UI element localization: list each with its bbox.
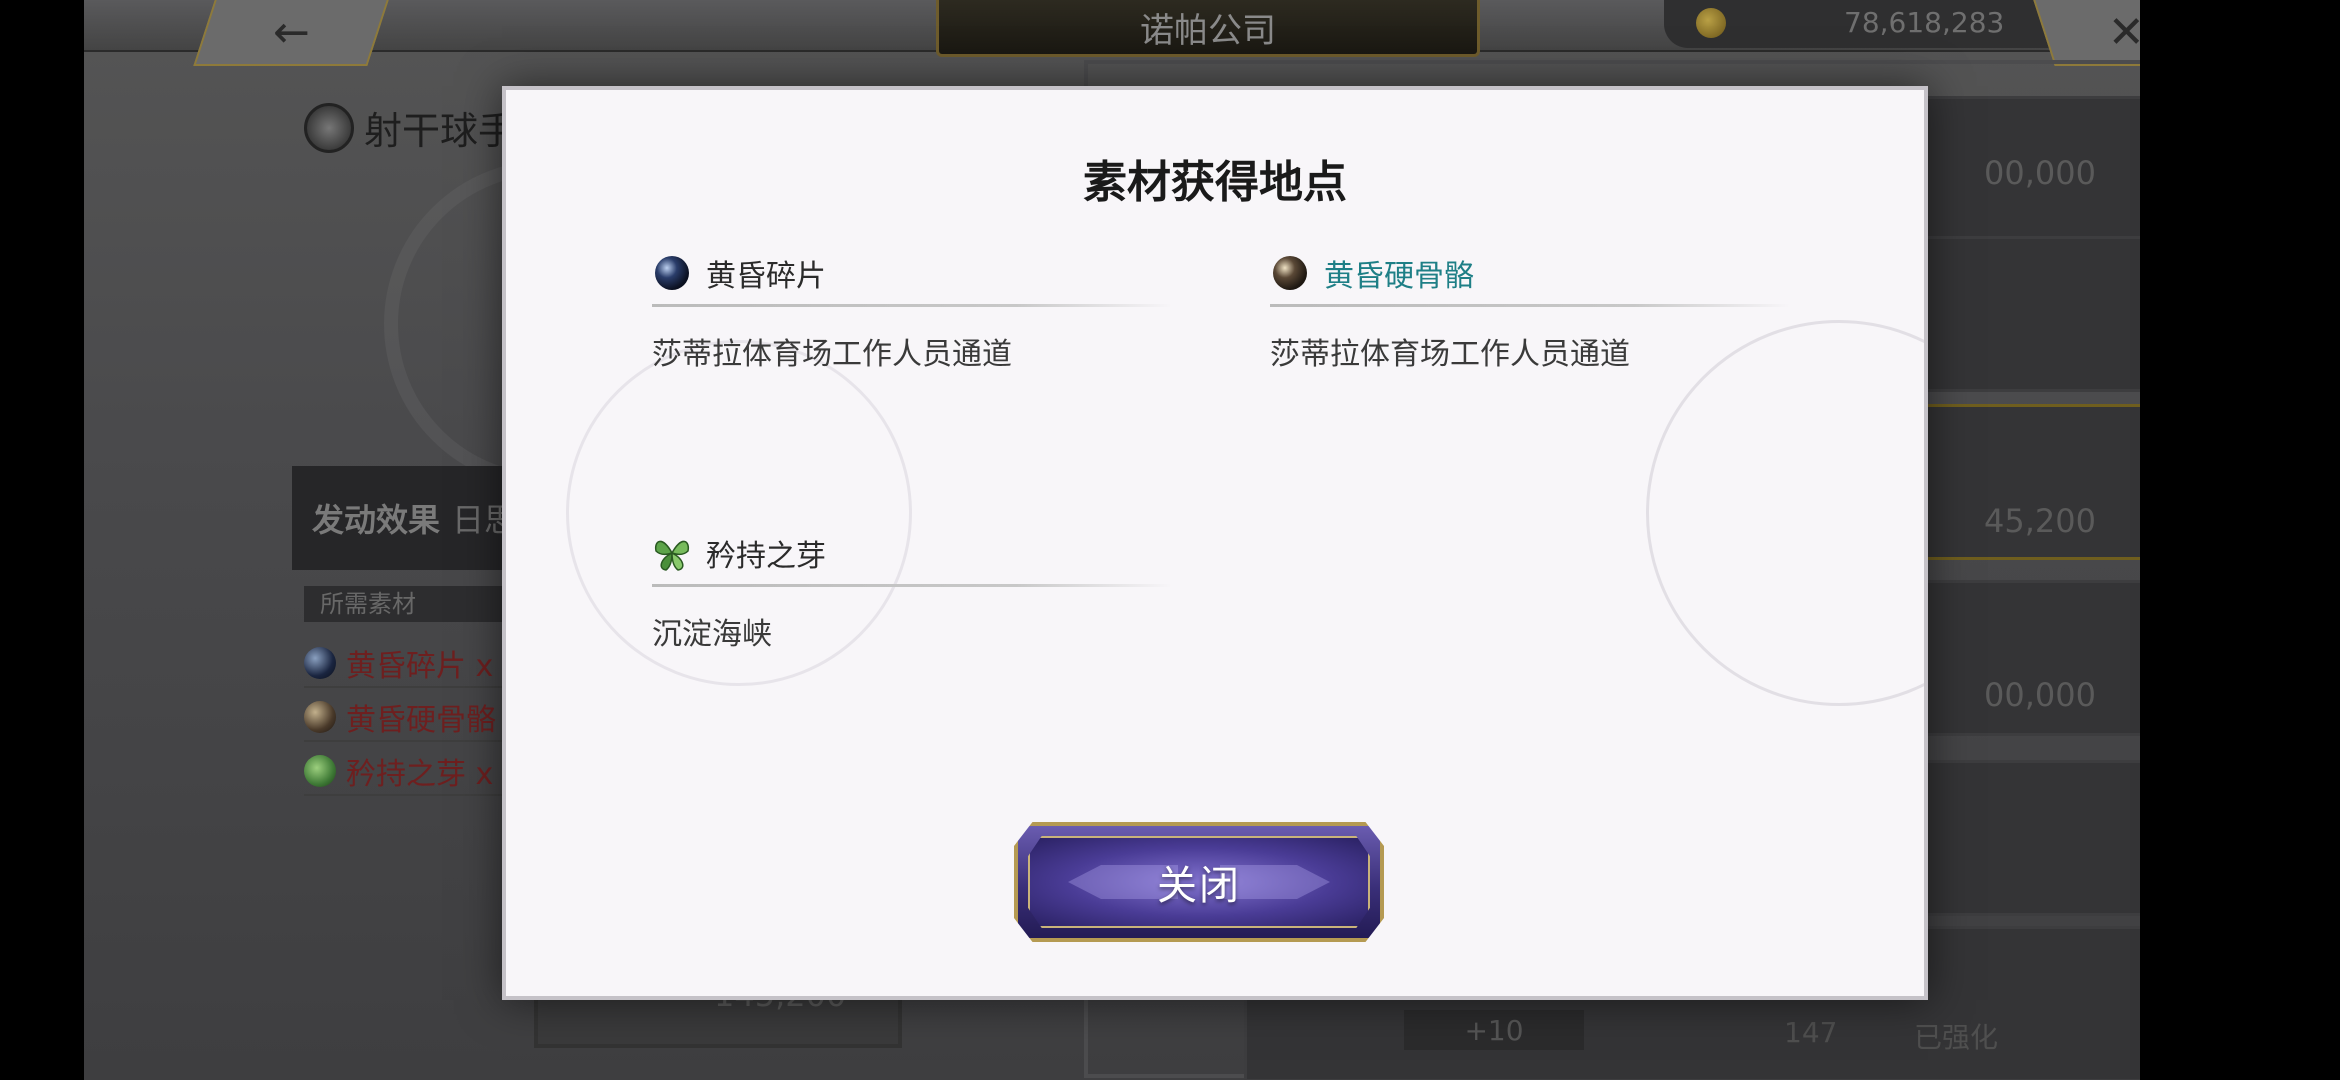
divider [1270,304,1790,307]
bottom-count: 147 [1784,1016,1838,1049]
close-button-label: 关闭 [1157,863,1241,909]
blue-gem-icon [655,256,689,290]
divider [652,584,1172,587]
blue-gem-icon [304,647,336,679]
material-name: 黄昏硬骨骼 [1324,259,1474,294]
bottom-status: 已强化 [1914,1021,1999,1054]
leaf-icon [654,540,690,571]
slot-price: 00,000 [1984,676,2096,714]
brown-gem-icon [1273,256,1307,290]
material-location[interactable]: 沉淀海峡 [652,609,1172,653]
material-header: 黄昏碎片 [652,246,1172,300]
brown-gem-icon [304,701,336,733]
required-item-name: 矜持之芽 x [346,757,494,792]
item-ball-icon [304,102,354,153]
effect-label: 发动效果 [312,501,441,539]
slot-price: 00,000 [1984,154,2096,192]
close-button[interactable]: 关闭 [1014,822,1384,942]
material-name: 矜持之芽 [706,539,826,574]
material-entry[interactable]: 黄昏碎片 莎蒂拉体育场工作人员通道 [652,246,1172,373]
dialog-title: 素材获得地点 [1083,157,1347,208]
material-entry[interactable]: 矜持之芽 沉淀海峡 [652,526,1172,653]
material-location[interactable]: 莎蒂拉体育场工作人员通道 [1270,329,1790,373]
decorative-emblem [1646,320,1924,706]
material-source-dialog: 素材获得地点 黄昏碎片 莎蒂拉体育场工作人员通道 黄昏硬骨骼 莎蒂拉体育场工作人… [502,86,1928,1000]
required-item-name: 黄昏硬骨骼 [346,703,496,738]
close-x-icon: ✕ [2107,6,2140,58]
bottom-tag: +10 [1404,1010,1584,1050]
coin-icon [1696,8,1726,38]
back-arrow-icon: ← [272,6,310,58]
back-button[interactable]: ← [193,0,389,66]
leaf-icon [304,755,336,787]
material-entry[interactable]: 黄昏硬骨骼 莎蒂拉体育场工作人员通道 [1270,246,1790,373]
item-title-text: 射干球手 [364,109,517,153]
slot-price: 45,200 [1984,502,2096,540]
material-header: 黄昏硬骨骼 [1270,246,1790,300]
required-item-name: 黄昏碎片 x [346,649,494,684]
item-title: 射干球手 [304,100,516,155]
gold-amount: 78,618,283 [1844,6,2005,39]
company-title: 诺帕公司 [936,0,1480,57]
divider [652,304,1172,307]
material-header: 矜持之芽 [652,526,1172,580]
material-location[interactable]: 莎蒂拉体育场工作人员通道 [652,329,1172,373]
material-name: 黄昏碎片 [706,259,826,294]
